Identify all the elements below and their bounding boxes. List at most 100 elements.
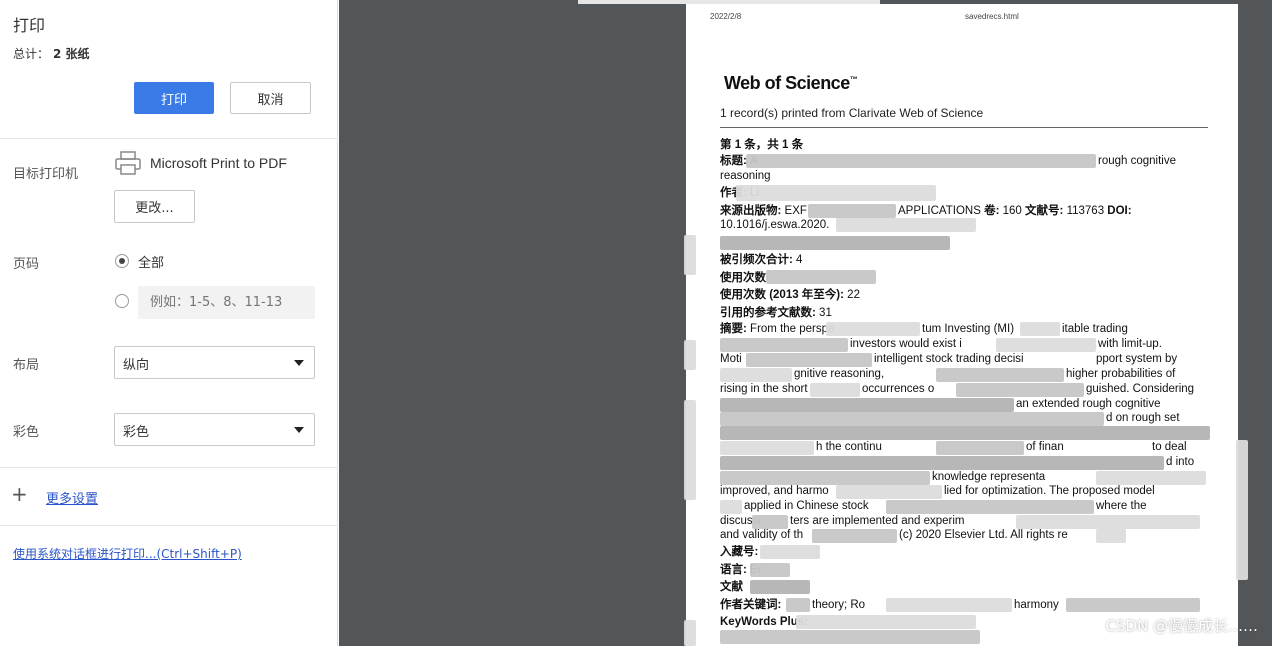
record-doctype: 文献 [720, 581, 743, 593]
abstract-fragment: with limit-up. [1098, 338, 1162, 350]
layout-select[interactable]: 纵向 [114, 346, 315, 379]
redaction-overlay [1236, 440, 1248, 580]
redaction-overlay [1096, 529, 1126, 543]
redaction-overlay [936, 441, 1024, 455]
record-usage-180: 使用次数 [720, 272, 766, 284]
color-value: 彩色 [123, 425, 150, 440]
abstract-fragment: d into [1166, 456, 1195, 468]
record-refs: 引用的参考文献数: 31 [720, 307, 832, 319]
redaction-overlay [956, 383, 1084, 397]
page-date: 2022/2/8 [710, 12, 742, 21]
redaction-overlay [684, 620, 696, 646]
abstract-fragment: lied for optimization. The proposed mode… [944, 485, 1155, 497]
abstract-fragment: ters are implemented and experim [790, 515, 965, 527]
change-printer-button[interactable]: 更改... [114, 190, 195, 223]
redaction-overlay [746, 353, 872, 367]
pages-all-radio[interactable] [115, 254, 129, 268]
system-dialog-link[interactable]: 使用系统对话框进行打印...(Ctrl+Shift+P) [13, 545, 242, 562]
redaction-overlay [766, 270, 876, 284]
redaction-overlay [720, 412, 1104, 426]
redaction-overlay [796, 615, 976, 629]
abstract-fragment: an extended rough cognitive [1016, 398, 1161, 410]
more-settings-link[interactable]: 更多设置 [46, 488, 98, 507]
abstract-fragment: knowledge representa [932, 471, 1046, 483]
abstract-fragment: rising in the short [720, 383, 808, 395]
wos-logo: Web of Science™ [724, 73, 858, 93]
redaction-overlay [826, 322, 920, 336]
abstract-fragment: d on rough set [1106, 412, 1180, 424]
redaction-overlay [836, 218, 976, 232]
panel-title: 打印 [13, 16, 46, 35]
abstract-fragment: intelligent stock trading decisi [874, 353, 1024, 365]
abstract-fragment: to deal [1152, 441, 1187, 453]
record-keywords: 作者关键词: [720, 599, 782, 611]
color-label: 彩色 [13, 425, 40, 440]
abstract-fragment: h the continu [816, 441, 882, 453]
destination-label: 目标打印机 [13, 167, 79, 182]
page-subtitle: 1 record(s) printed from Clarivate Web o… [720, 106, 984, 120]
abstract-fragment: occurrences o [862, 383, 935, 395]
printer-name: Microsoft Print to PDF [150, 155, 287, 171]
cancel-button[interactable]: 取消 [230, 82, 311, 114]
abstract-fragment: and validity of th [720, 529, 804, 541]
keywords-fragment: harmony [1014, 599, 1059, 611]
redaction-overlay [810, 383, 860, 397]
printer-icon [115, 151, 141, 175]
divider [0, 138, 338, 139]
redaction-overlay [836, 485, 942, 499]
divider [0, 525, 338, 526]
pages-label: 页码 [13, 257, 40, 272]
redaction-overlay [720, 368, 792, 382]
redaction-overlay [752, 515, 788, 529]
redaction-overlay [936, 368, 1064, 382]
record-source-end: APPLICATIONS 卷: 160 文献号: 113763 DOI: [898, 205, 1132, 217]
total-label: 总计： [13, 47, 50, 61]
chevron-down-icon [294, 427, 304, 433]
record-usage-2013: 使用次数 (2013 年至今): 22 [720, 289, 860, 301]
layout-value: 纵向 [123, 358, 150, 373]
redaction-overlay [736, 185, 936, 201]
redaction-overlay [684, 340, 696, 370]
print-button[interactable]: 打印 [134, 82, 214, 114]
redaction-overlay [720, 500, 742, 514]
divider [720, 127, 1208, 128]
redaction-overlay [1016, 515, 1200, 529]
redaction-overlay [1020, 322, 1060, 336]
redaction-overlay [886, 500, 1094, 514]
record-cited: 被引频次合计: 4 [720, 254, 803, 266]
abstract-fragment: tum Investing (MI) [922, 323, 1015, 335]
redaction-overlay [720, 338, 848, 352]
preview-page: 2022/2/8 savedrecs.html Web of Science™ … [686, 4, 1238, 646]
redaction-overlay [720, 471, 930, 485]
color-select[interactable]: 彩色 [114, 413, 315, 446]
redaction-overlay [750, 580, 810, 594]
record-abstract: 摘要: From the perspe [720, 323, 835, 335]
pages-custom-radio[interactable] [115, 294, 129, 308]
redaction-overlay [720, 456, 1164, 470]
keywords-fragment: theory; Ro [812, 599, 866, 611]
abstract-fragment: itable trading [1062, 323, 1128, 335]
plus-icon[interactable]: + [11, 484, 28, 504]
redaction-overlay [786, 598, 810, 612]
abstract-fragment: higher probabilities of [1066, 368, 1176, 380]
page-filename: savedrecs.html [965, 12, 1019, 21]
record-title-end: rough cognitive [1098, 155, 1176, 167]
record-header: 第 1 条，共 1 条 [720, 139, 804, 151]
abstract-fragment: (c) 2020 Elsevier Ltd. All rights re [899, 529, 1068, 541]
redaction-overlay [1066, 598, 1200, 612]
total-sheets: 总计： 2 张纸 [13, 45, 90, 62]
watermark: CSDN @慢慢成长…… [1105, 617, 1258, 635]
abstract-fragment: of finan [1026, 441, 1064, 453]
pages-all-label: 全部 [138, 256, 165, 271]
abstract-fragment: investors would exist i [850, 338, 962, 350]
abstract-fragment: Moti [720, 353, 742, 365]
record-source: 来源出版物: EXF [720, 205, 807, 217]
divider [0, 467, 338, 468]
page-range-input[interactable] [138, 286, 315, 319]
abstract-fragment: pport system by [1096, 353, 1178, 365]
redaction-overlay [720, 630, 980, 644]
redaction-overlay [996, 338, 1096, 352]
abstract-fragment: where the [1096, 500, 1147, 512]
redaction-overlay [684, 235, 696, 275]
redaction-overlay [760, 545, 820, 559]
